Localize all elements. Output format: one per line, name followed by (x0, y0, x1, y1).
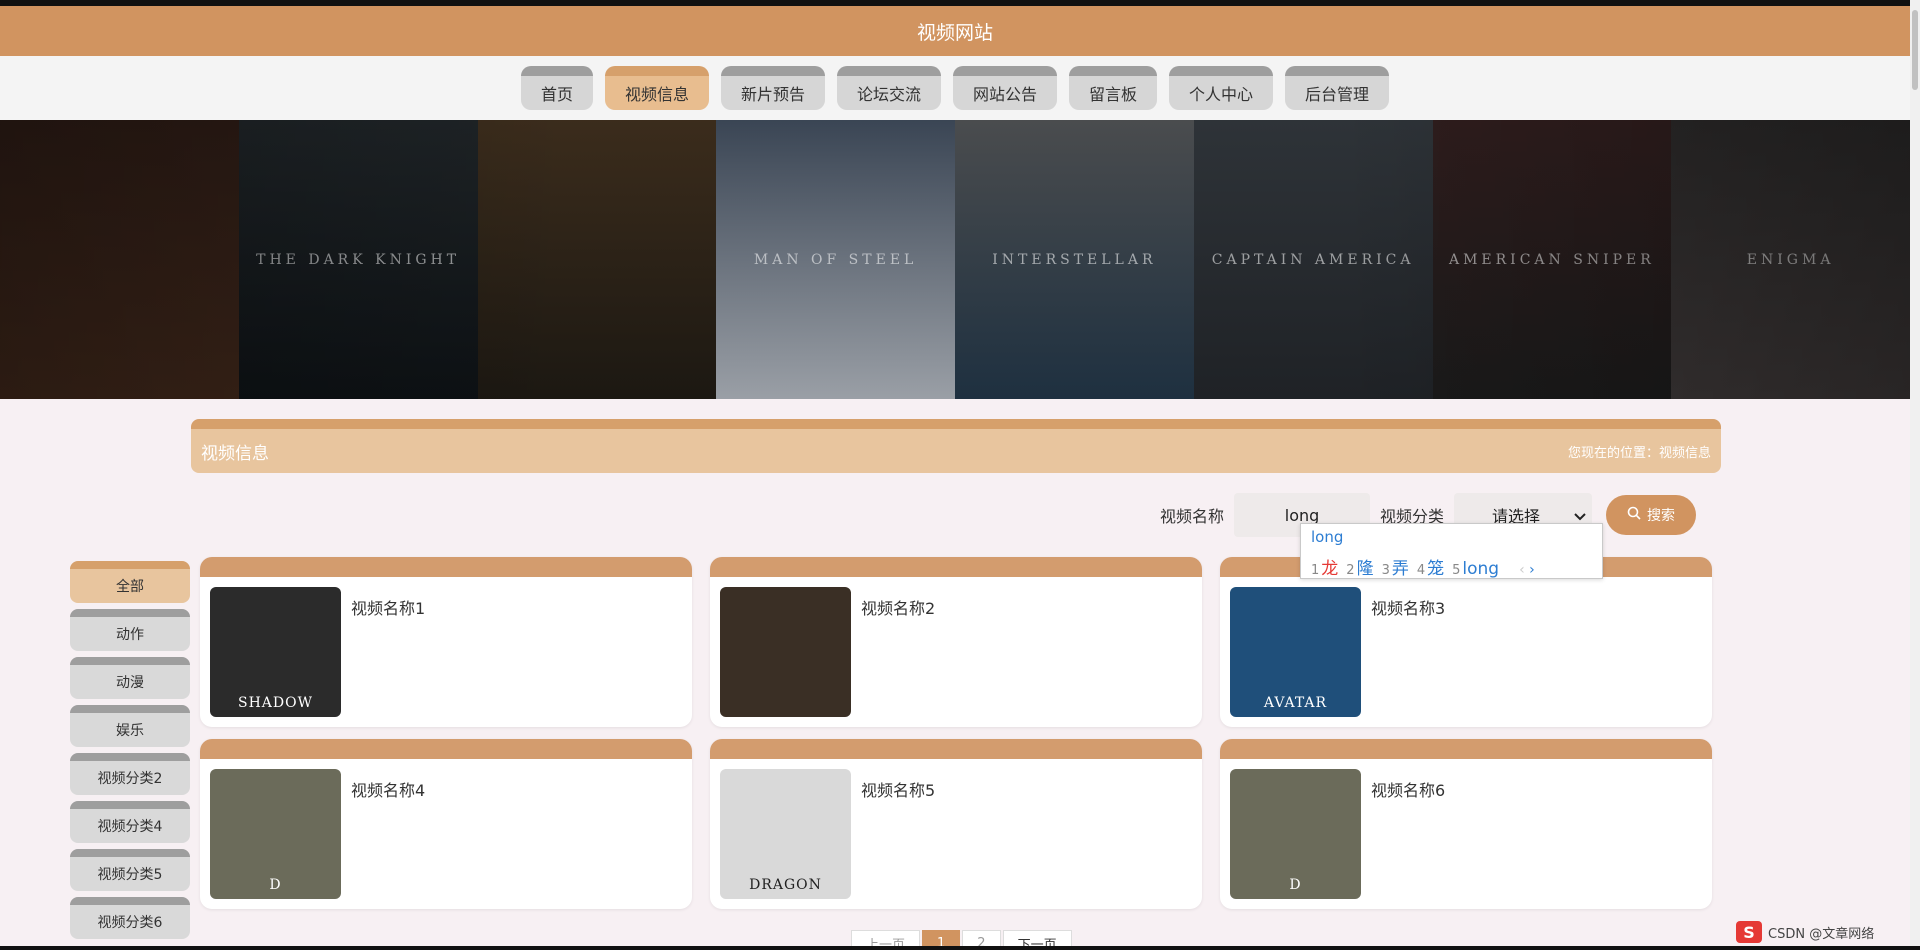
video-grid: SHADOW 视频名称1 视频名称2 AVATAR 视频名称3 D 视频名称4 … (200, 557, 1712, 909)
hero-banner: THE DARK KNIGHT MAN OF STEEL INTERSTELLA… (0, 120, 1910, 399)
candidate-text: 笼 (1427, 559, 1445, 579)
video-card[interactable]: D 视频名称6 (1220, 739, 1712, 909)
nav-item-announcements[interactable]: 网站公告 (953, 66, 1058, 110)
nav-item-message-board[interactable]: 留言板 (1069, 66, 1158, 110)
candidate-text: 弄 (1391, 559, 1409, 579)
poster-title: MAN OF STEEL (753, 251, 918, 268)
video-name[interactable]: 视频名称6 (1371, 777, 1445, 801)
poster-title: INTERSTELLAR (992, 251, 1157, 268)
section-header: 视频信息 您现在的位置：视频信息 (191, 419, 1721, 473)
thumbnail-title: SHADOW (237, 695, 313, 711)
banner-poster (477, 120, 717, 399)
nav-item-admin[interactable]: 后台管理 (1285, 66, 1390, 110)
ime-composition-text: long (1311, 528, 1344, 546)
window-bottom-edge (0, 946, 1920, 950)
csdn-watermark: S CSDN @文章网络 (1736, 920, 1874, 944)
ime-candidate[interactable]: 3弄 (1382, 554, 1409, 579)
video-card[interactable]: 视频名称2 (710, 557, 1202, 727)
ime-candidate[interactable]: 1龙 (1311, 554, 1338, 579)
category-item-entertainment[interactable]: 娱乐 (70, 705, 190, 747)
candidate-number: 4 (1416, 563, 1426, 578)
video-card[interactable]: DRAGON 视频名称5 (710, 739, 1202, 909)
poster-title: THE DARK KNIGHT (256, 251, 461, 268)
site-title: 视频网站 (916, 21, 993, 44)
nav-item-trailers[interactable]: 新片预告 (720, 66, 825, 110)
breadcrumb: 您现在的位置：视频信息 (1567, 445, 1711, 461)
banner-poster: CAPTAIN AMERICA (1193, 120, 1433, 399)
candidate-number: 2 (1346, 563, 1355, 578)
video-thumbnail[interactable]: D (1230, 769, 1361, 899)
candidate-number: 3 (1381, 563, 1390, 578)
banner-poster: INTERSTELLAR (955, 120, 1194, 399)
thumbnail-title: D (269, 877, 282, 893)
candidate-text: 隆 (1356, 559, 1374, 579)
search-button[interactable]: 搜索 (1606, 495, 1697, 535)
vertical-scrollbar[interactable] (1910, 0, 1920, 950)
nav-item-home[interactable]: 首页 (520, 66, 593, 110)
category-sidebar: 全部 动作 动漫 娱乐 视频分类2 视频分类4 视频分类5 视频分类6 (70, 561, 190, 945)
nav-item-profile[interactable]: 个人中心 (1169, 66, 1274, 110)
watermark-text: CSDN @文章网络 (1768, 926, 1875, 942)
poster-title: ENIGMA (1746, 251, 1835, 268)
ime-candidate[interactable]: 2隆 (1346, 554, 1373, 579)
banner-poster: MAN OF STEEL (716, 120, 955, 399)
category-item-action[interactable]: 动作 (70, 609, 190, 651)
video-name[interactable]: 视频名称1 (351, 595, 425, 619)
ime-page-arrows[interactable]: ‹ › (1519, 562, 1535, 578)
thumbnail-title: D (1289, 877, 1302, 893)
nav-item-video-info[interactable]: 视频信息 (604, 66, 709, 110)
category-item[interactable]: 视频分类2 (70, 753, 190, 795)
candidate-text: 龙 (1321, 559, 1339, 579)
thumbnail-title: AVATAR (1263, 695, 1328, 711)
video-thumbnail[interactable] (720, 587, 851, 717)
banner-poster: ENIGMA (1671, 120, 1910, 399)
video-thumbnail[interactable]: SHADOW (210, 587, 341, 717)
poster-title: CAPTAIN AMERICA (1211, 251, 1415, 268)
category-item-anime[interactable]: 动漫 (70, 657, 190, 699)
chevron-down-icon (1574, 506, 1586, 525)
video-name[interactable]: 视频名称2 (861, 595, 935, 619)
search-icon (1627, 506, 1641, 524)
video-name[interactable]: 视频名称5 (861, 777, 935, 801)
ime-candidate[interactable]: 4笼 (1417, 554, 1444, 579)
video-thumbnail[interactable]: D (210, 769, 341, 899)
video-card[interactable]: AVATAR 视频名称3 (1220, 557, 1712, 727)
video-name[interactable]: 视频名称3 (1371, 595, 1445, 619)
search-button-label: 搜索 (1647, 508, 1676, 524)
category-item-all[interactable]: 全部 (70, 561, 190, 603)
candidate-number: 5 (1452, 563, 1461, 578)
video-card[interactable]: D 视频名称4 (200, 739, 692, 909)
chevron-left-icon[interactable]: ‹ (1519, 562, 1525, 578)
site-header: 视频网站 (0, 6, 1910, 56)
video-name[interactable]: 视频名称4 (351, 777, 425, 801)
video-thumbnail[interactable]: AVATAR (1230, 587, 1361, 717)
nav-item-forum[interactable]: 论坛交流 (836, 66, 941, 110)
sogou-ime-logo-icon: S (1736, 921, 1762, 943)
ime-candidate-list: 1龙 2隆 3弄 4笼 5 long ‹ › (1311, 554, 1535, 579)
poster-title: AMERICAN SNIPER (1448, 251, 1655, 268)
video-thumbnail[interactable]: DRAGON (720, 769, 851, 899)
video-card[interactable]: SHADOW 视频名称1 (200, 557, 692, 727)
category-item[interactable]: 视频分类6 (70, 897, 190, 939)
scrollbar-thumb[interactable] (1912, 10, 1918, 90)
banner-poster (0, 120, 239, 399)
category-item[interactable]: 视频分类5 (70, 849, 190, 891)
candidate-number: 1 (1311, 563, 1320, 578)
chevron-right-icon[interactable]: › (1529, 562, 1535, 578)
section-title: 视频信息 (201, 443, 269, 464)
ime-candidate-window: long 1龙 2隆 3弄 4笼 5 long ‹ › (1300, 523, 1603, 579)
ime-candidate[interactable]: 5 long (1452, 559, 1499, 579)
candidate-text: long (1462, 559, 1500, 579)
main-nav: 首页 视频信息 新片预告 论坛交流 网站公告 留言板 个人中心 后台管理 (0, 56, 1910, 120)
banner-poster: THE DARK KNIGHT (238, 120, 478, 399)
category-item[interactable]: 视频分类4 (70, 801, 190, 843)
thumbnail-title: DRAGON (749, 877, 822, 893)
video-name-label: 视频名称 (1160, 507, 1225, 526)
banner-poster: AMERICAN SNIPER (1432, 120, 1672, 399)
